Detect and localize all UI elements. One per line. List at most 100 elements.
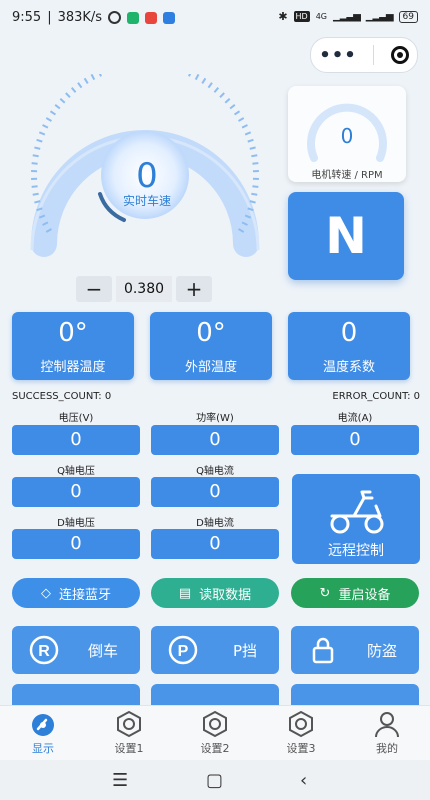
gauge-tick <box>251 192 258 196</box>
gauge-tick <box>34 200 41 204</box>
tab-settings-1[interactable]: 设置1 <box>86 706 172 761</box>
rpm-value: 0 <box>340 124 354 148</box>
q-current-value: 0 <box>151 477 279 507</box>
miniprogram-capsule[interactable]: ••• <box>310 37 418 73</box>
hex-nut-icon <box>289 710 313 738</box>
controller-temp-card: 0° 控制器温度 <box>12 312 134 380</box>
home-icon[interactable]: ▢ <box>206 770 223 791</box>
gauge-tick <box>31 185 38 188</box>
gauge-tick <box>32 192 39 196</box>
more-icon[interactable]: ••• <box>319 45 357 66</box>
bluetooth-icon: ✱ <box>278 10 288 23</box>
speed-gauge: 0 实时车速 <box>14 74 276 264</box>
gauge-tick <box>213 87 220 93</box>
function-card-partial-1[interactable] <box>12 684 140 706</box>
scooter-icon <box>330 490 384 534</box>
system-nav-bar: ☰ ▢ ‹ <box>0 760 430 800</box>
increment-button[interactable]: + <box>176 276 212 302</box>
temp-coefficient-label: 温度系数 <box>322 360 375 375</box>
gauge-tick <box>31 162 38 165</box>
document-icon: ▤ <box>178 585 192 601</box>
function-card-partial-3[interactable] <box>291 684 419 706</box>
gauge-tick <box>49 110 57 116</box>
park-label: P挡 <box>232 642 257 660</box>
tab-settings-2[interactable]: 设置2 <box>172 706 258 761</box>
q-voltage-label: Q轴电压 <box>57 466 95 477</box>
gauge-tick <box>244 131 252 136</box>
antitheft-button[interactable]: 防盗 <box>291 626 419 674</box>
stepper-value[interactable]: 0.380 <box>116 276 172 302</box>
gauge-tick <box>38 131 46 136</box>
status-time: 9:55 <box>12 10 42 25</box>
connect-bluetooth-label: 连接蓝牙 <box>58 587 111 603</box>
menu-icon[interactable]: ☰ <box>112 770 128 791</box>
park-p-icon: P <box>168 635 198 665</box>
voltage-value: 0 <box>12 425 140 455</box>
read-data-button[interactable]: ▤ 读取数据 <box>151 578 279 608</box>
gauge-tick <box>249 146 256 150</box>
gauge-tick <box>194 74 200 81</box>
gauge-tick <box>247 138 254 143</box>
q-voltage-value: 0 <box>12 477 140 507</box>
gauge-tick <box>224 97 231 104</box>
function-card-partial-2[interactable] <box>151 684 279 706</box>
tag-icon: ◇ <box>40 585 51 601</box>
close-target-icon[interactable] <box>390 46 409 64</box>
gauge-tick <box>65 92 71 99</box>
external-temp-label: 外部温度 <box>184 360 237 375</box>
d-voltage-value: 0 <box>12 529 140 559</box>
park-button[interactable]: P P挡 <box>151 626 279 674</box>
remote-control-button[interactable]: 远程控制 <box>292 474 420 564</box>
gauge-tick <box>45 117 52 122</box>
gauge-tick <box>219 92 225 99</box>
gauge-tick <box>36 138 43 143</box>
reverse-button[interactable]: R 倒车 <box>12 626 140 674</box>
power-label: 功率(W) <box>196 413 234 424</box>
hex-nut-icon <box>117 710 141 738</box>
tab-display[interactable]: 显示 <box>0 706 86 761</box>
gauge-tick <box>238 117 245 122</box>
rpm-card: 0 电机转速 / RPM <box>288 86 406 182</box>
decrement-button[interactable]: − <box>76 276 112 302</box>
gauge-tick <box>77 82 83 89</box>
tab-settings-2-label: 设置2 <box>200 742 230 755</box>
speedometer-icon <box>32 714 54 736</box>
temp-coefficient-card: 0 温度系数 <box>288 312 410 380</box>
signal-icon-2: ▁▂▃▅ <box>365 11 394 22</box>
bottom-tab-bar: 显示 设置1 设置2 设置3 我的 <box>0 705 430 761</box>
user-icon <box>375 712 399 738</box>
error-count: ERROR_COUNT: 0 <box>332 391 420 402</box>
hd-badge: HD <box>293 11 310 22</box>
read-data-label: 读取数据 <box>199 587 252 603</box>
alarm-icon <box>108 11 122 24</box>
gauge-tick <box>42 124 49 129</box>
lock-icon <box>312 637 334 664</box>
external-temp-value: 0° <box>196 318 226 348</box>
hex-nut-icon <box>203 710 227 738</box>
external-temp-card: 0° 外部温度 <box>150 312 272 380</box>
antitheft-label: 防盗 <box>366 642 397 660</box>
battery-level: 69 <box>402 11 414 22</box>
svg-text:P: P <box>178 643 189 660</box>
restart-device-button[interactable]: ↻ 重启设备 <box>291 578 419 608</box>
connect-bluetooth-button[interactable]: ◇ 连接蓝牙 <box>12 578 140 608</box>
current-value: 0 <box>291 425 419 455</box>
gauge-tick <box>32 154 39 158</box>
d-voltage-label: D轴电压 <box>57 518 95 529</box>
gauge-tick <box>54 104 61 110</box>
gauge-tick <box>251 154 258 158</box>
signal-icon: ▁▂▃▅ <box>333 11 361 22</box>
q-current-label: Q轴电流 <box>196 466 234 477</box>
gear-indicator[interactable]: N <box>288 192 404 280</box>
tab-settings-3[interactable]: 设置3 <box>258 706 344 761</box>
current-label: 电流(A) <box>337 413 373 424</box>
refresh-icon: ↻ <box>319 585 331 601</box>
coefficient-stepper: − 0.380 + <box>76 275 212 303</box>
temp-coefficient-value: 0 <box>340 318 358 348</box>
back-icon[interactable]: ‹ <box>300 770 307 791</box>
gauge-tick <box>90 74 96 81</box>
tab-settings-3-label: 设置3 <box>286 742 316 755</box>
gauge-tick <box>233 110 241 116</box>
speed-value: 0 <box>136 156 158 196</box>
tab-profile[interactable]: 我的 <box>344 706 430 761</box>
